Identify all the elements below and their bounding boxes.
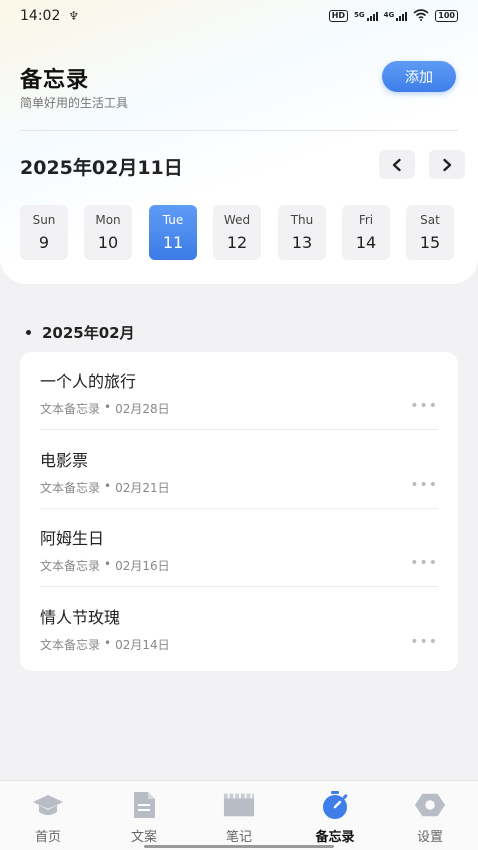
memo-type: 文本备忘录 [40, 402, 101, 416]
memo-title: 电影票 [40, 451, 89, 470]
hd-badge: HD [328, 10, 349, 22]
day-name: Fri [358, 213, 374, 227]
memo-meta: 文本备忘录 • 02月28日 [40, 400, 170, 417]
graduation-cap-icon [32, 790, 64, 820]
tab-label: 首页 [34, 830, 61, 845]
day-fri[interactable]: Fri 14 [342, 205, 390, 260]
memo-separator: • [104, 400, 112, 414]
tab-home[interactable]: 首页 [0, 781, 96, 850]
memo-list: 一个人的旅行 文本备忘录 • 02月28日 ••• 电影票 文本备忘录 • 02… [20, 352, 458, 671]
day-tue-selected[interactable]: Tue 11 [149, 205, 197, 260]
memo-title: 一个人的旅行 [40, 372, 137, 391]
bottom-nav: 首页 文案 笔记 备忘录 设置 [0, 780, 478, 850]
memo-date: 02月14日 [115, 638, 170, 652]
more-options-icon[interactable]: ••• [410, 634, 438, 650]
next-week-button[interactable] [429, 150, 465, 179]
month-heading: 2025年02月 [26, 322, 135, 343]
day-number: 14 [355, 233, 377, 252]
memo-item[interactable]: 情人节玫瑰 文本备忘录 • 02月14日 ••• [40, 588, 438, 666]
item-divider [40, 429, 438, 430]
header-divider [20, 130, 458, 131]
memo-meta: 文本备忘录 • 02月14日 [40, 636, 170, 653]
more-options-icon[interactable]: ••• [410, 398, 438, 414]
day-number: 10 [97, 233, 119, 252]
stopwatch-icon [319, 790, 351, 820]
memo-type: 文本备忘录 [40, 481, 101, 495]
memo-item[interactable]: 电影票 文本备忘录 • 02月21日 ••• [40, 431, 438, 509]
day-mon[interactable]: Mon 10 [84, 205, 132, 260]
memo-type: 文本备忘录 [40, 638, 101, 652]
current-date: 2025年02月11日 [20, 157, 183, 179]
memo-item[interactable]: 阿姆生日 文本备忘录 • 02月16日 ••• [40, 509, 438, 587]
signal-4g-icon: 4G [384, 11, 408, 21]
tab-copywriting[interactable]: 文案 [96, 781, 192, 850]
signal-5g-label: 5G [354, 11, 365, 19]
battery-icon: 100 [435, 10, 458, 22]
header-card: 14:02 ♆ HD 5G 4G 100 备忘录 简单好用的生活工具 添加 20… [0, 0, 478, 284]
prev-week-button[interactable] [379, 150, 415, 179]
day-number: 12 [226, 233, 248, 252]
memo-type: 文本备忘录 [40, 559, 101, 573]
page-title: 备忘录 [20, 68, 90, 93]
memo-separator: • [104, 479, 112, 493]
day-wed[interactable]: Wed 12 [213, 205, 261, 260]
chevron-right-icon [443, 158, 452, 171]
day-name: Wed [223, 213, 251, 227]
signal-4g-label: 4G [383, 11, 395, 19]
memo-date: 02月16日 [115, 559, 170, 573]
memo-title: 情人节玫瑰 [40, 608, 121, 627]
day-number: 15 [419, 233, 441, 252]
more-options-icon[interactable]: ••• [410, 477, 438, 493]
tab-settings[interactable]: 设置 [382, 781, 478, 850]
item-divider [40, 586, 438, 587]
day-name: Tue [162, 213, 184, 227]
memo-item[interactable]: 一个人的旅行 文本备忘录 • 02月28日 ••• [40, 352, 438, 430]
signal-5g-icon: 5G [354, 11, 378, 21]
tab-label: 文案 [130, 830, 157, 845]
week-strip: Sun 9 Mon 10 Tue 11 Wed 12 Thu 13 Fri 14… [20, 205, 456, 261]
more-options-icon[interactable]: ••• [410, 555, 438, 571]
day-sun[interactable]: Sun 9 [20, 205, 68, 260]
month-label: 2025年02月 [42, 324, 135, 342]
tab-label: 备忘录 [315, 830, 355, 845]
tab-notes[interactable]: 笔记 [191, 781, 287, 850]
day-number: 13 [291, 233, 313, 252]
memo-title: 阿姆生日 [40, 529, 105, 548]
day-thu[interactable]: Thu 13 [278, 205, 326, 260]
add-button[interactable]: 添加 [382, 61, 456, 92]
day-number: 11 [162, 233, 184, 252]
day-name: Sat [420, 213, 440, 227]
memo-meta: 文本备忘录 • 02月16日 [40, 557, 170, 574]
memo-date: 02月28日 [115, 402, 170, 416]
chevron-left-icon [392, 158, 401, 171]
home-indicator[interactable] [144, 845, 334, 848]
usb-icon: ♆ [68, 9, 80, 23]
memo-separator: • [104, 636, 112, 650]
page-subtitle: 简单好用的生活工具 [20, 96, 129, 110]
status-time: 14:02 [20, 8, 61, 24]
tab-label: 设置 [416, 830, 443, 845]
bullet-dot [26, 330, 31, 335]
day-sat[interactable]: Sat 15 [406, 205, 454, 260]
day-name: Thu [290, 213, 314, 227]
day-number: 9 [38, 233, 50, 252]
settings-hexagon-icon [414, 790, 446, 820]
memo-date: 02月21日 [115, 481, 170, 495]
clapperboard-icon [223, 790, 255, 820]
memo-separator: • [104, 557, 112, 571]
status-icons: HD 5G 4G 100 [328, 8, 458, 24]
wifi-icon [413, 8, 429, 24]
document-icon [128, 790, 160, 820]
tab-label: 笔记 [225, 830, 252, 845]
day-name: Mon [95, 213, 121, 227]
status-time-group: 14:02 ♆ [20, 8, 79, 24]
tab-memo[interactable]: 备忘录 [287, 781, 383, 850]
status-bar: 14:02 ♆ HD 5G 4G 100 [0, 0, 478, 32]
memo-meta: 文本备忘录 • 02月21日 [40, 479, 170, 496]
day-name: Sun [32, 213, 56, 227]
